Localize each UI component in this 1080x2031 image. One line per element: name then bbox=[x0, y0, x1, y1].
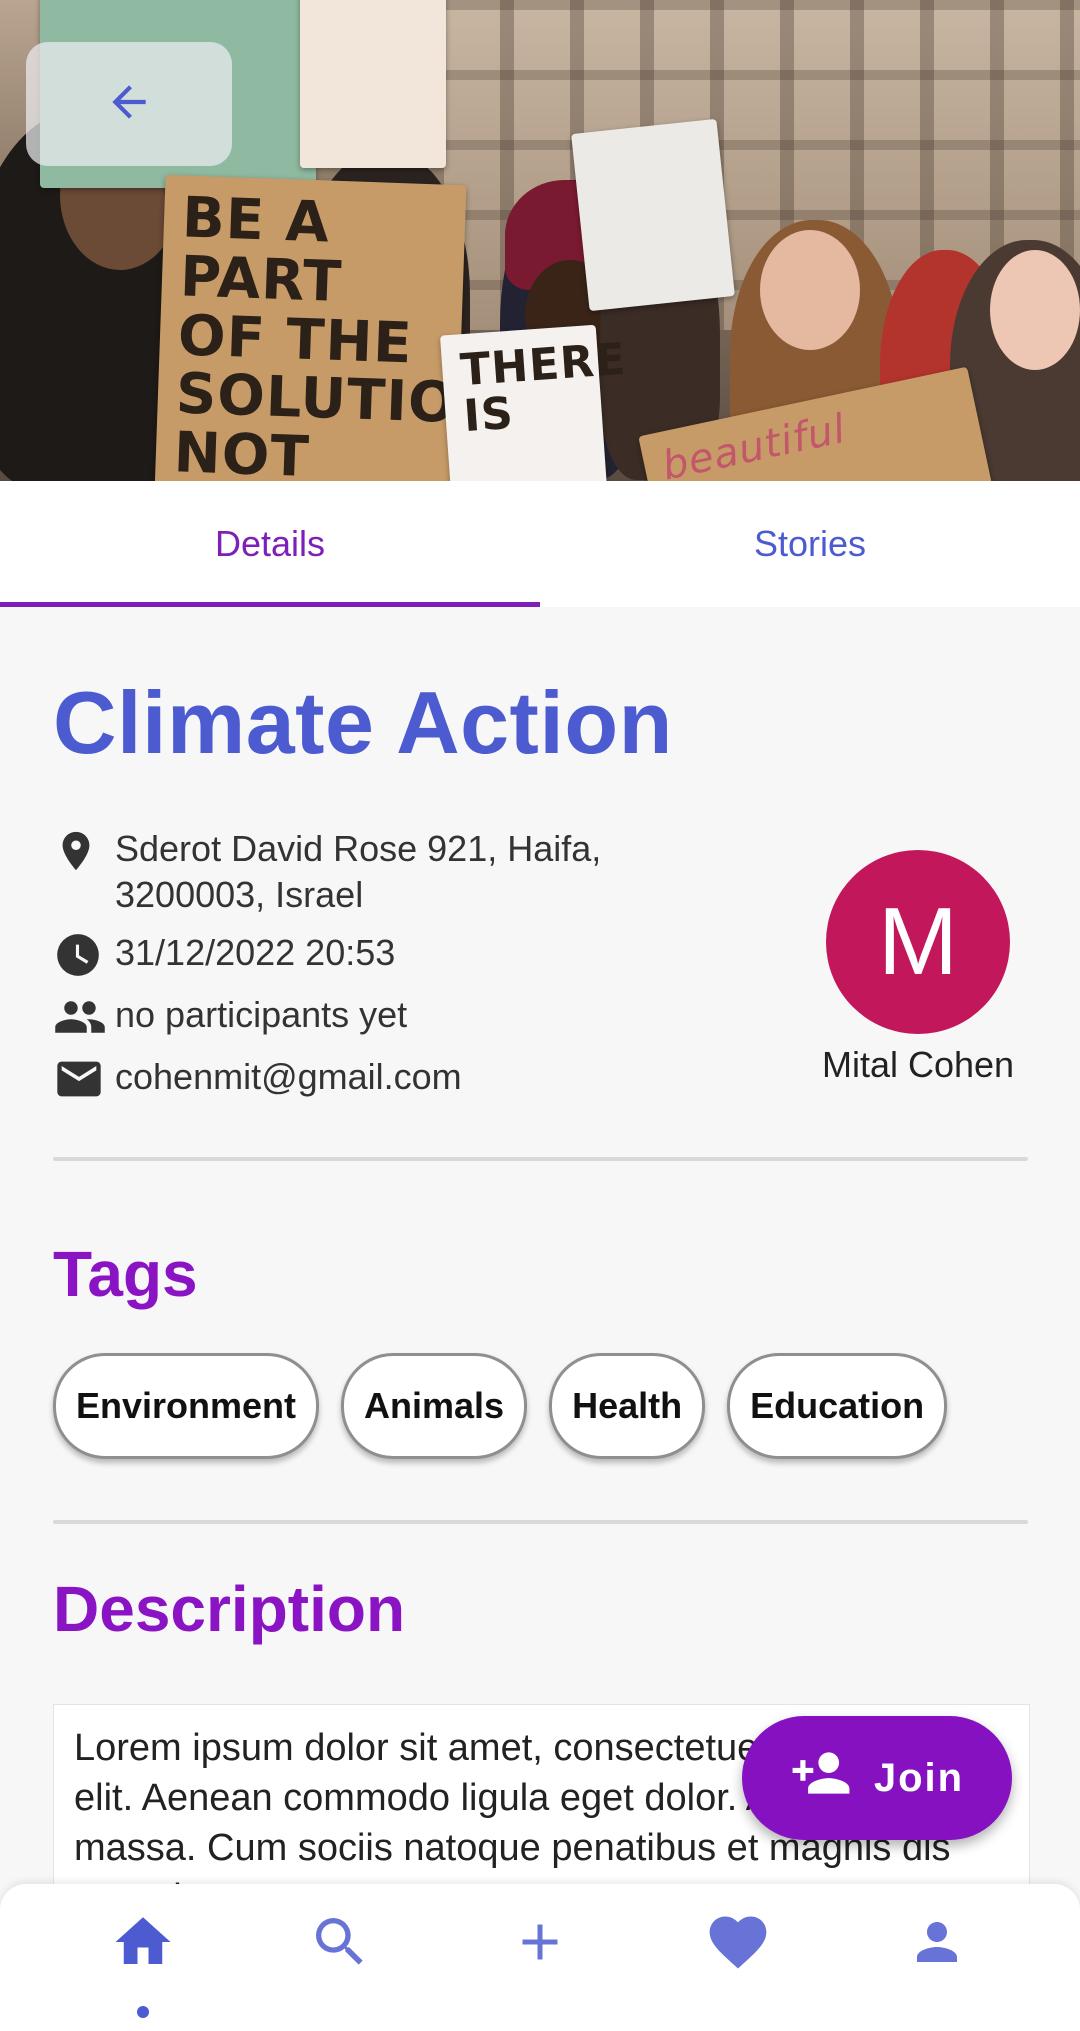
protester-face bbox=[760, 230, 860, 350]
address-line-1: Sderot David Rose 921, Haifa, bbox=[115, 828, 602, 869]
nav-add[interactable] bbox=[480, 1884, 600, 2004]
divider bbox=[53, 1520, 1028, 1524]
event-participants: no participants yet bbox=[115, 994, 408, 1035]
join-button[interactable]: Join bbox=[742, 1716, 1012, 1840]
nav-profile[interactable] bbox=[877, 1884, 997, 2004]
tag-chip[interactable]: Environment bbox=[53, 1353, 320, 1459]
join-label: Join bbox=[873, 1755, 965, 1800]
email-row: cohenmit@gmail.com bbox=[53, 1054, 675, 1104]
protester-face bbox=[990, 250, 1080, 370]
nav-home[interactable] bbox=[83, 1884, 203, 2004]
protest-sign bbox=[571, 118, 735, 312]
organizer-name: Mital Cohen bbox=[821, 1044, 1015, 1085]
nav-search[interactable] bbox=[280, 1884, 400, 2004]
back-button[interactable] bbox=[26, 42, 232, 166]
event-cover-image: BE A PART OF THE SOLUTION, NOT PART OF T… bbox=[0, 0, 1080, 481]
location-row: Sderot David Rose 921, Haifa, 3200003, I… bbox=[53, 826, 675, 918]
arrow-back-icon bbox=[104, 77, 154, 132]
home-icon bbox=[110, 1909, 176, 1980]
add-icon bbox=[510, 1912, 570, 1977]
tags-title: Tags bbox=[53, 1238, 198, 1310]
event-address: Sderot David Rose 921, Haifa, 3200003, I… bbox=[115, 826, 675, 918]
person-add-icon bbox=[790, 1742, 874, 1814]
tab-bar: Details Stories bbox=[0, 481, 1080, 607]
organizer[interactable]: M Mital Cohen bbox=[808, 850, 1028, 1086]
location-pin-icon bbox=[53, 826, 115, 876]
protest-sign: BE A PART OF THE SOLUTION, NOT PART OF bbox=[154, 174, 528, 481]
heart-icon bbox=[704, 1908, 772, 1981]
protest-sign bbox=[300, 0, 446, 168]
avatar[interactable]: M bbox=[826, 850, 1010, 1034]
mail-icon bbox=[53, 1054, 115, 1104]
description-title: Description bbox=[53, 1573, 406, 1645]
active-indicator-dot bbox=[137, 2006, 149, 2018]
person-icon bbox=[907, 1912, 967, 1977]
tab-stories[interactable]: Stories bbox=[540, 481, 1080, 607]
event-datetime: 31/12/2022 20:53 bbox=[115, 932, 396, 973]
search-icon bbox=[308, 1910, 372, 1979]
tag-chip[interactable]: Animals bbox=[341, 1353, 528, 1459]
participants-row: no participants yet bbox=[53, 992, 675, 1042]
datetime-row: 31/12/2022 20:53 bbox=[53, 930, 675, 980]
tab-details[interactable]: Details bbox=[0, 481, 540, 607]
event-email[interactable]: cohenmit@gmail.com bbox=[115, 1054, 462, 1100]
nav-favorites[interactable] bbox=[678, 1884, 798, 2004]
divider bbox=[53, 1157, 1028, 1161]
tag-chip[interactable]: Education bbox=[727, 1353, 948, 1459]
people-icon bbox=[53, 992, 115, 1042]
tags-list: Environment Animals Health Education bbox=[53, 1353, 969, 1459]
tag-chip[interactable]: Health bbox=[549, 1353, 706, 1459]
bottom-navigation bbox=[0, 1884, 1080, 2031]
event-title: Climate Action bbox=[53, 673, 673, 772]
event-info-list: Sderot David Rose 921, Haifa, 3200003, I… bbox=[53, 826, 675, 1116]
clock-icon bbox=[53, 930, 115, 980]
address-line-2: 3200003, Israel bbox=[115, 874, 364, 915]
protest-sign: THERE IS bbox=[439, 324, 628, 481]
